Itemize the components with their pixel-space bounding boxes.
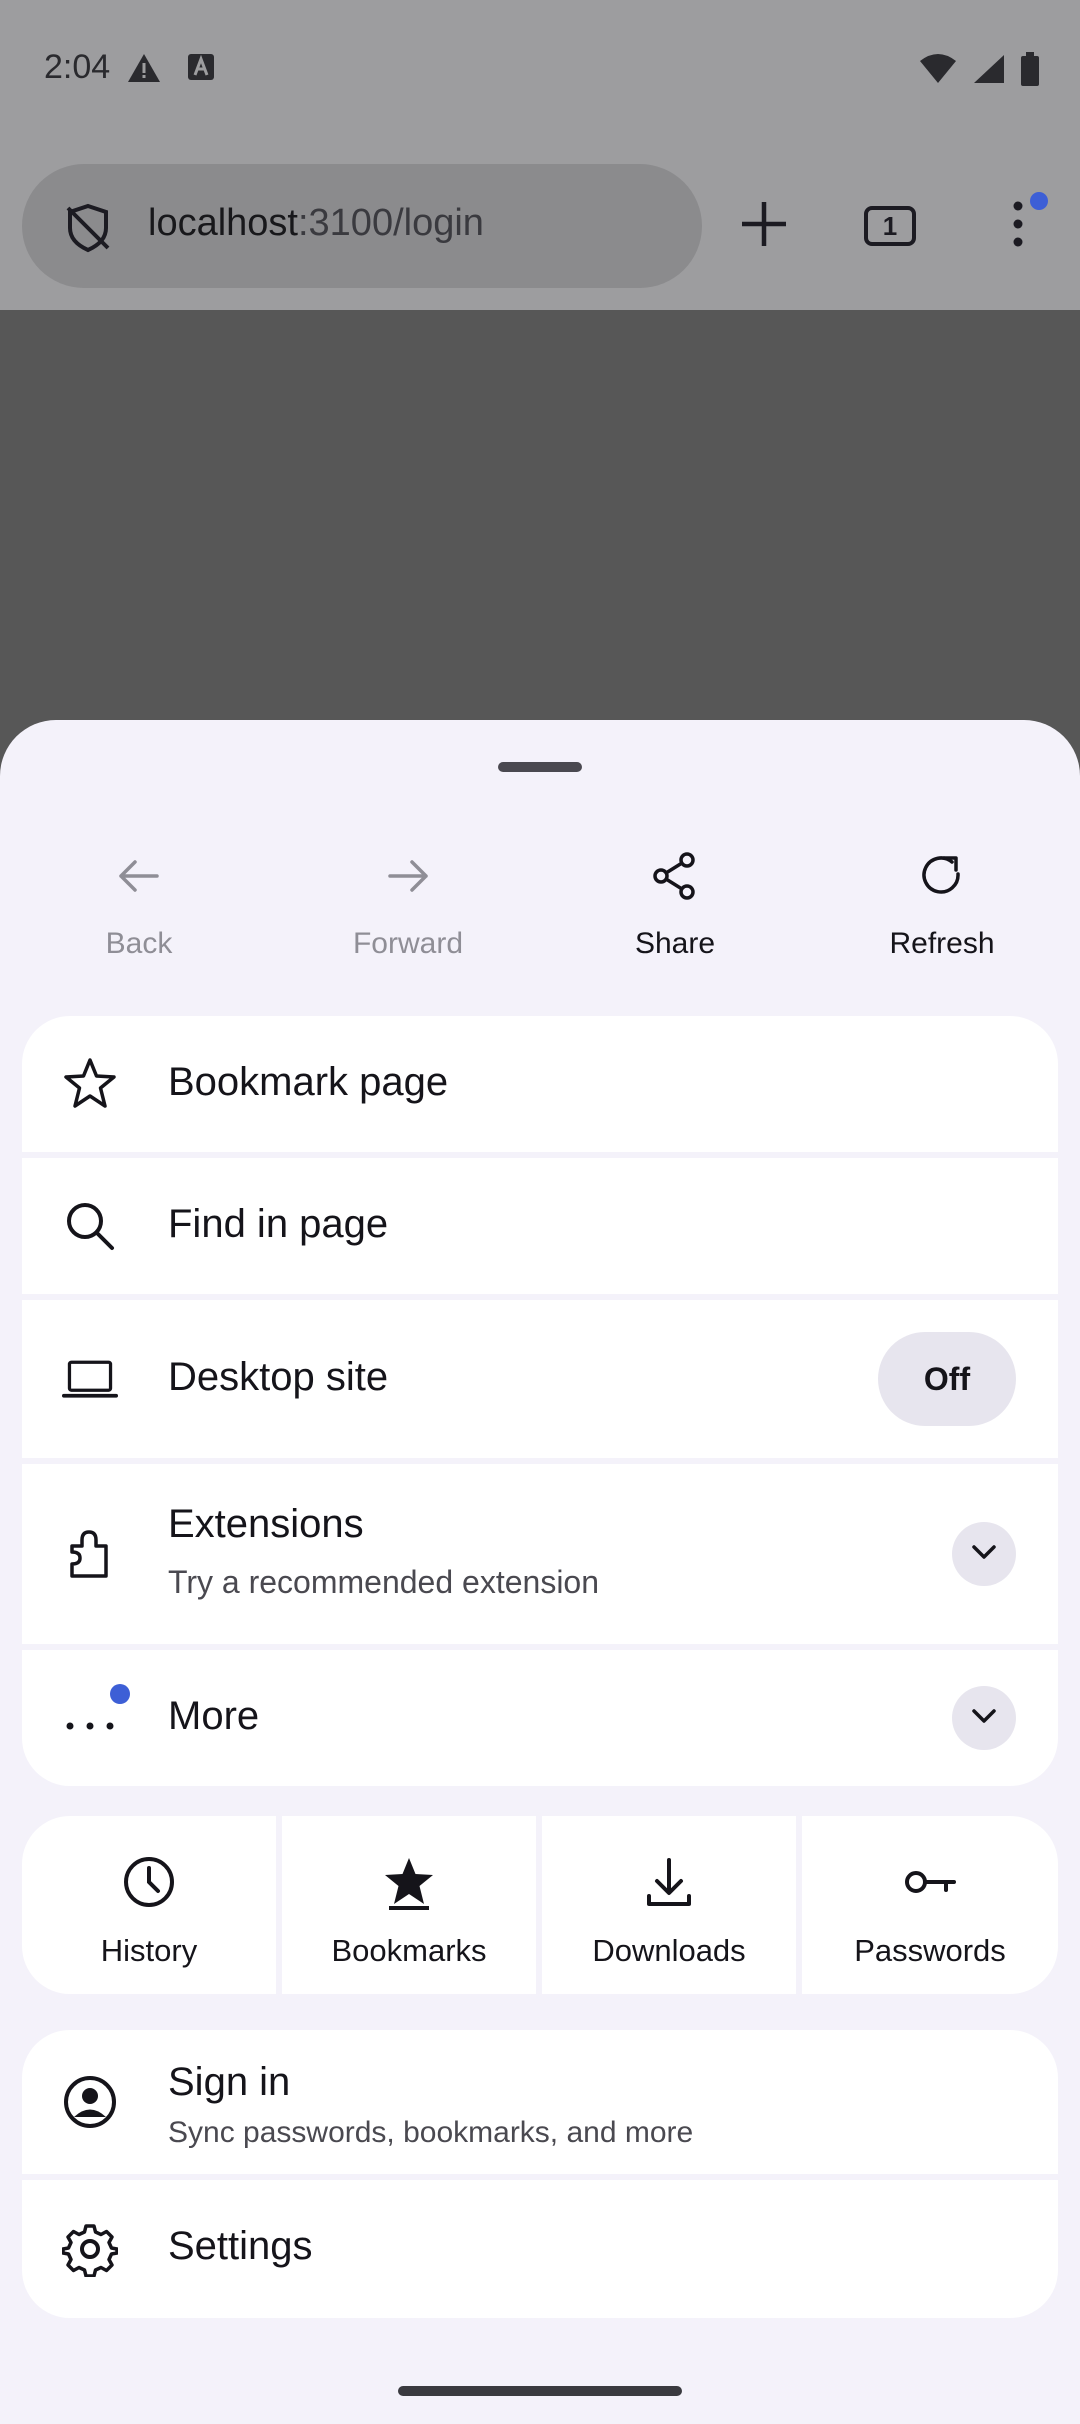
star-filled-icon: [381, 1816, 437, 1915]
laptop-icon: [62, 1351, 118, 1407]
history-button[interactable]: History: [22, 1816, 276, 1994]
share-button[interactable]: Share: [555, 850, 795, 980]
status-time: 2:04: [44, 48, 111, 86]
passwords-button[interactable]: Passwords: [802, 1816, 1058, 1994]
tabs-counter-button[interactable]: 1: [844, 180, 936, 272]
more-horizontal-icon: [62, 1690, 118, 1746]
menu-notification-badge: [1030, 192, 1048, 210]
settings-item[interactable]: Settings: [22, 2180, 1058, 2318]
extensions-item[interactable]: Extensions Try a recommended extension: [22, 1464, 1058, 1644]
url-host: localhost: [148, 202, 298, 244]
passwords-label: Passwords: [854, 1933, 1006, 1968]
share-icon: [649, 850, 701, 907]
arrow-right-icon: [382, 850, 434, 907]
more-expand-button[interactable]: [952, 1686, 1016, 1750]
arrow-left-icon: [113, 850, 165, 907]
forward-label: Forward: [352, 927, 464, 960]
extensions-expand-button[interactable]: [952, 1522, 1016, 1586]
clock-icon: [121, 1816, 177, 1915]
tabs-count: 1: [864, 206, 916, 246]
search-icon: [62, 1198, 118, 1254]
refresh-button[interactable]: Refresh: [822, 850, 1062, 980]
bookmarks-button[interactable]: Bookmarks: [282, 1816, 536, 1994]
key-icon: [902, 1816, 958, 1915]
bookmarks-label: Bookmarks: [331, 1933, 487, 1968]
url-path: :3100/login: [297, 202, 484, 244]
page-scrim[interactable]: [0, 310, 1080, 730]
downloads-label: Downloads: [592, 1933, 746, 1968]
signal-icon: [972, 53, 1006, 90]
find-in-page-label: Find in page: [168, 1202, 389, 1246]
battery-icon: [1020, 52, 1040, 91]
extensions-label: Extensions: [168, 1502, 364, 1546]
bookmark-page-label: Bookmark page: [168, 1060, 449, 1104]
more-label: More: [168, 1694, 260, 1738]
account-icon: [62, 2074, 118, 2130]
sign-in-item[interactable]: Sign in Sync passwords, bookmarks, and m…: [22, 2030, 1058, 2174]
bookmark-page-item[interactable]: Bookmark page: [22, 1016, 1058, 1152]
star-icon: [62, 1056, 118, 1112]
url-text[interactable]: localhost:3100/login: [148, 202, 484, 245]
wifi-icon: [918, 53, 958, 90]
download-icon: [641, 1816, 697, 1915]
back-button[interactable]: Back: [19, 850, 259, 980]
history-label: History: [100, 1933, 198, 1968]
font-a-icon: [186, 52, 216, 89]
menu-bottom-sheet: Back Forward Share Refresh Bookmark page: [0, 720, 1080, 2424]
share-label: Share: [634, 927, 716, 960]
more-vertical-icon: [1012, 200, 1024, 253]
browser-toolbar: localhost:3100/login 1: [0, 140, 1080, 310]
new-tab-button[interactable]: [718, 180, 810, 272]
desktop-site-label: Desktop site: [168, 1355, 389, 1399]
chevron-down-icon: [968, 1536, 1000, 1573]
downloads-button[interactable]: Downloads: [542, 1816, 796, 1994]
refresh-label: Refresh: [889, 927, 995, 960]
home-indicator[interactable]: [398, 2386, 682, 2396]
desktop-site-toggle[interactable]: Off: [878, 1332, 1016, 1426]
more-item[interactable]: More: [22, 1650, 1058, 1786]
refresh-icon: [916, 850, 968, 907]
settings-label: Settings: [168, 2224, 313, 2268]
status-bar: 2:04: [0, 0, 1080, 140]
chevron-down-icon: [968, 1700, 1000, 1737]
main-menu-button[interactable]: [972, 180, 1064, 272]
url-bar[interactable]: localhost:3100/login: [22, 164, 702, 288]
plus-icon: [738, 198, 790, 255]
sign-in-subtitle: Sync passwords, bookmarks, and more: [168, 2116, 694, 2149]
tracking-protection-off-icon[interactable]: [60, 200, 116, 261]
more-notification-badge: [110, 1684, 130, 1704]
forward-button[interactable]: Forward: [288, 850, 528, 980]
desktop-site-item[interactable]: Desktop site Off: [22, 1300, 1058, 1458]
warning-icon: [126, 52, 162, 89]
extensions-subtitle: Try a recommended extension: [168, 1564, 600, 1600]
navigation-row: Back Forward Share Refresh: [0, 850, 1080, 980]
sign-in-label: Sign in: [168, 2060, 291, 2104]
back-label: Back: [105, 927, 173, 960]
puzzle-icon: [62, 1526, 118, 1582]
drag-handle[interactable]: [498, 762, 582, 772]
gear-icon: [62, 2221, 118, 2277]
find-in-page-item[interactable]: Find in page: [22, 1158, 1058, 1294]
